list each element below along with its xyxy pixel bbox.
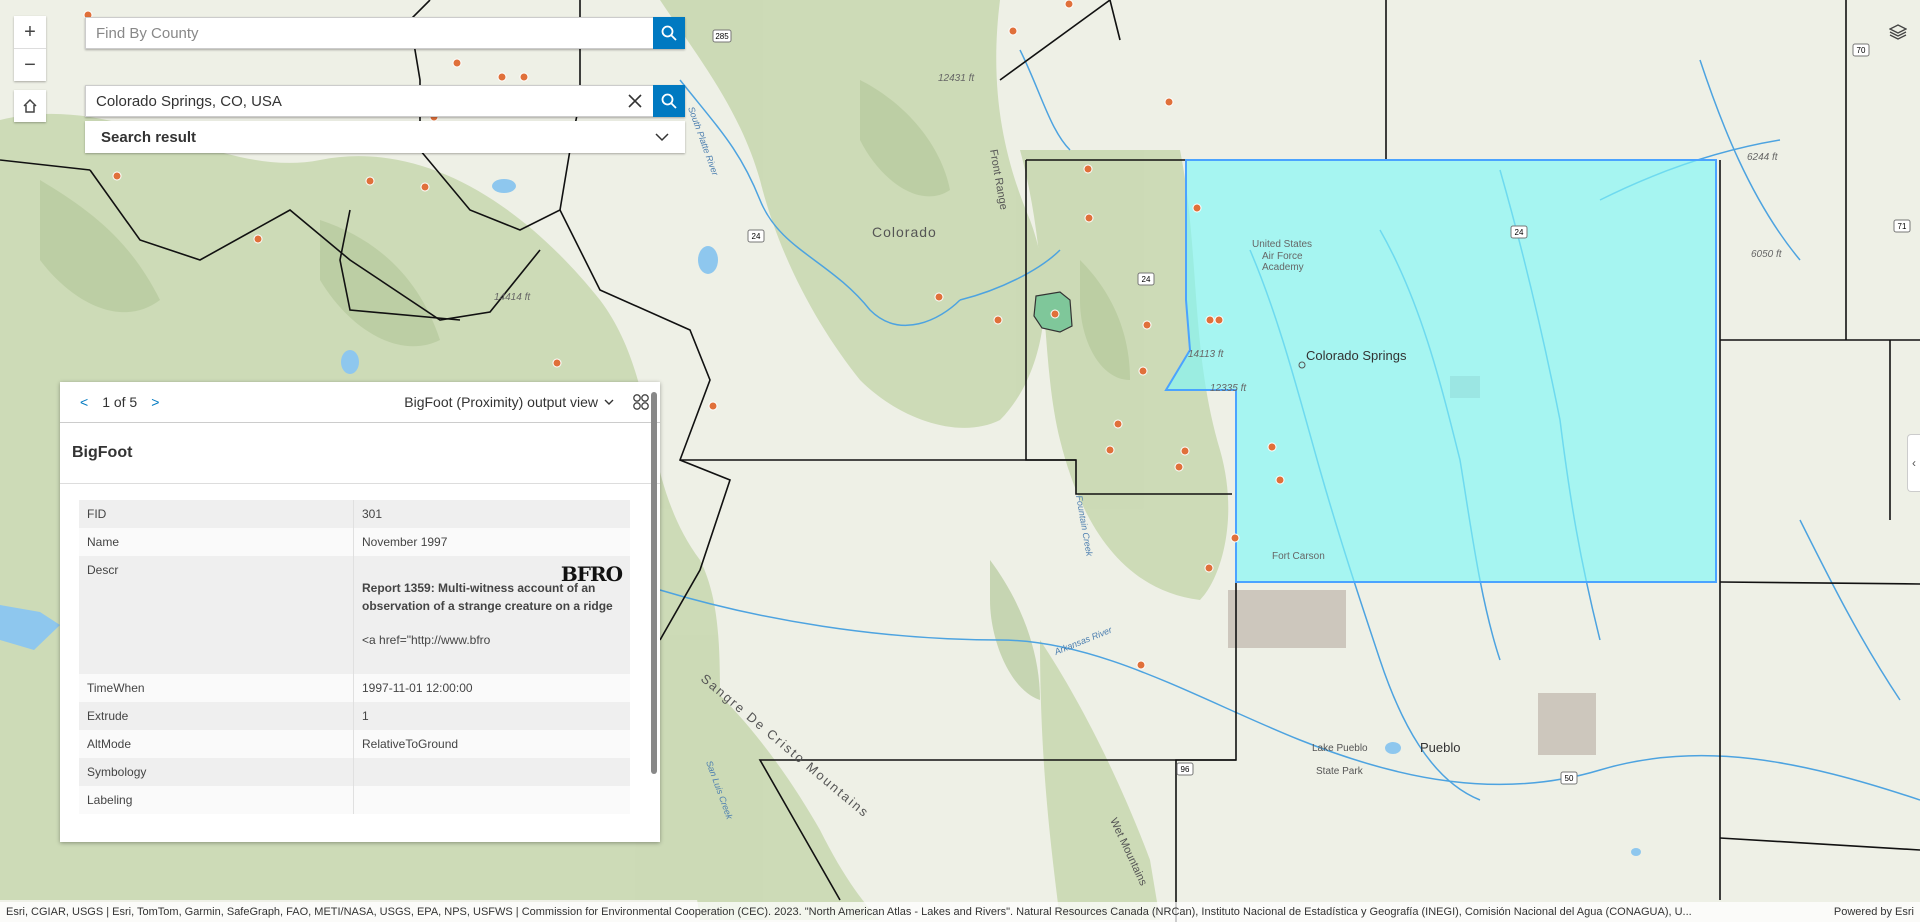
popup-scrollbar[interactable] — [651, 390, 657, 834]
label-colorado: Colorado — [872, 224, 937, 240]
label-peak: 12335 ft — [1210, 383, 1247, 394]
label-colorado-springs: Colorado Springs — [1306, 348, 1407, 363]
chevron-down-icon — [604, 399, 614, 405]
chevron-down-icon — [655, 133, 669, 142]
table-row: Labeling — [79, 786, 630, 814]
label-lake-pueblo-1: Lake Pueblo — [1312, 743, 1368, 754]
label-peak: 6244 ft — [1747, 152, 1779, 163]
search-result-toggle[interactable]: Search result — [85, 121, 685, 153]
description-cell: BFRO Report 1359: Multi-witness account … — [354, 556, 631, 674]
home-button[interactable] — [14, 90, 46, 122]
label-peak: 12431 ft — [938, 73, 975, 84]
feature-popup: < 1 of 5 > BigFoot (Proximity) output vi… — [60, 382, 660, 842]
svg-text:70: 70 — [1857, 46, 1866, 55]
feature-page-count: 1 of 5 — [102, 394, 138, 410]
search-icon — [661, 93, 677, 109]
table-row: Descr BFRO Report 1359: Multi-witness ac… — [79, 556, 630, 674]
table-row: TimeWhen 1997-11-01 12:00:00 — [79, 674, 630, 702]
label-lake-pueblo-2: State Park — [1316, 766, 1364, 777]
attribution-text[interactable]: Esri, CGIAR, USGS | Esri, TomTom, Garmin… — [6, 906, 1822, 918]
bfro-logo: BFRO — [560, 562, 623, 586]
search-result-label: Search result — [101, 128, 197, 146]
location-search-input[interactable] — [85, 85, 617, 117]
chevron-left-icon: ‹ — [1912, 456, 1916, 470]
svg-text:71: 71 — [1898, 222, 1907, 231]
feature-menu-button[interactable] — [632, 393, 650, 411]
location-search — [85, 85, 685, 117]
zoom-controls: + − — [14, 16, 46, 81]
popup-title: BigFoot — [60, 423, 660, 484]
description-link-text[interactable]: <a href="http://www.bfro — [362, 633, 622, 647]
side-panel-collapse-button[interactable]: ‹ — [1907, 434, 1920, 492]
layer-list-button[interactable] — [1876, 16, 1920, 48]
table-row: Name November 1997 — [79, 528, 630, 556]
county-search — [85, 17, 685, 49]
svg-text:24: 24 — [1142, 275, 1151, 284]
zoom-in-button[interactable]: + — [14, 16, 46, 48]
previous-feature-button[interactable]: < — [72, 394, 96, 410]
table-row: FID 301 — [79, 500, 630, 528]
scrollbar-thumb[interactable] — [651, 392, 657, 774]
county-search-button[interactable] — [653, 17, 685, 49]
svg-text:24: 24 — [752, 232, 761, 241]
label-pueblo: Pueblo — [1420, 740, 1460, 755]
attribute-table: FID 301 Name November 1997 Descr BFRO Repo… — [79, 500, 630, 814]
output-view-label: BigFoot (Proximity) output view — [404, 394, 598, 410]
table-row: Symbology — [79, 758, 630, 786]
table-row: Extrude 1 — [79, 702, 630, 730]
layers-icon — [1889, 24, 1907, 40]
zoom-out-button[interactable]: − — [14, 48, 46, 81]
popup-header: < 1 of 5 > BigFoot (Proximity) output vi… — [60, 382, 660, 423]
svg-text:24: 24 — [1515, 228, 1524, 237]
label-peak: 6050 ft — [1751, 249, 1783, 260]
next-feature-button[interactable]: > — [143, 394, 167, 410]
grid-icon — [633, 394, 649, 410]
county-search-input[interactable] — [85, 17, 653, 49]
label-peak: 14113 ft — [1188, 349, 1225, 360]
label-fort-carson: Fort Carson — [1272, 551, 1325, 562]
search-result-area[interactable] — [1164, 159, 1717, 583]
clear-search-button[interactable] — [617, 85, 653, 117]
label-usafa-1: United States — [1252, 239, 1312, 250]
output-view-select[interactable]: BigFoot (Proximity) output view — [404, 394, 614, 410]
location-search-button[interactable] — [653, 85, 685, 117]
home-icon — [23, 98, 37, 113]
label-peak: 14414 ft — [494, 292, 531, 303]
svg-text:285: 285 — [715, 32, 729, 41]
svg-text:50: 50 — [1565, 774, 1574, 783]
label-usafa-2: Air Force — [1262, 251, 1303, 262]
svg-text:96: 96 — [1181, 765, 1190, 774]
attribution-bar: Esri, CGIAR, USGS | Esri, TomTom, Garmin… — [0, 902, 1920, 922]
powered-by-link[interactable]: Powered by Esri — [1834, 906, 1914, 918]
close-icon — [628, 94, 642, 108]
label-usafa-3: Academy — [1262, 262, 1304, 273]
table-row: AltMode RelativeToGround — [79, 730, 630, 758]
search-icon — [661, 25, 677, 41]
